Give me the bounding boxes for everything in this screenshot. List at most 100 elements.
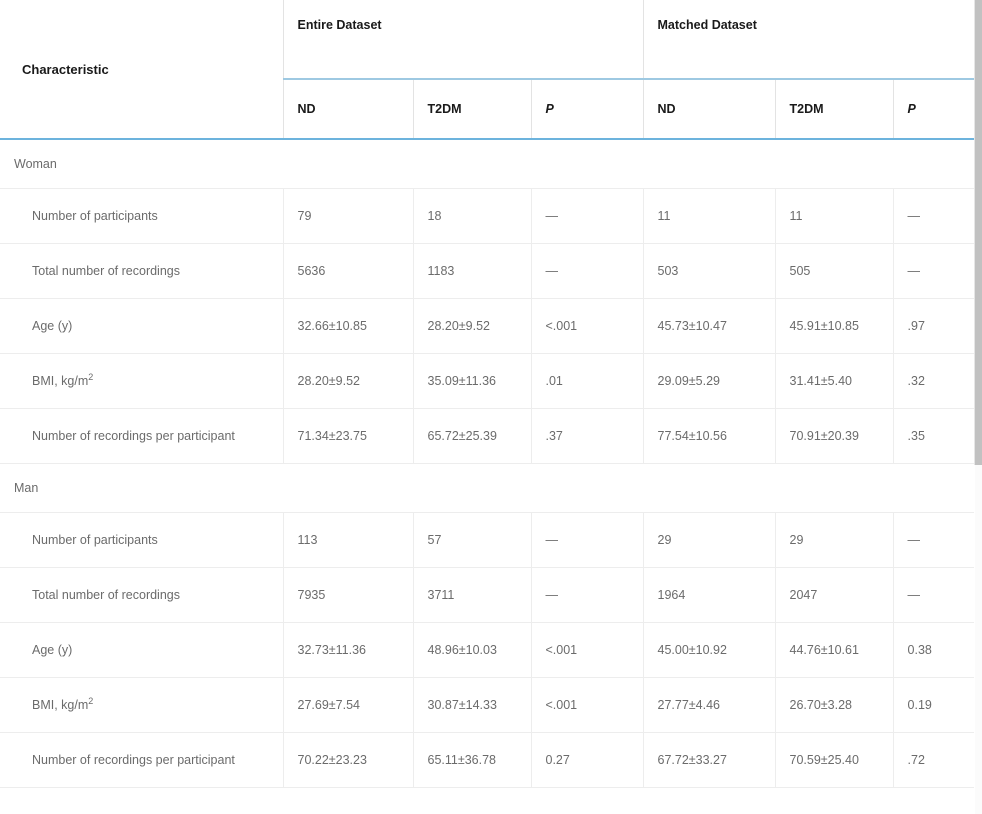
column-header-characteristic: Characteristic [0, 0, 283, 140]
row-label: BMI, kg/m2 [0, 353, 283, 409]
table-cell: — [530, 188, 644, 244]
table-cell: — [530, 243, 644, 299]
table-cell: 45.91±10.85 [774, 298, 894, 354]
table-cell: 27.77±4.46 [642, 677, 776, 733]
table-row: Total number of recordings 5636 1183—503 50… [0, 243, 975, 299]
table-row: Number of participants 113 57—29 29— [0, 512, 975, 568]
table-cell: 77.54±10.56 [642, 408, 776, 464]
section-spacer-cell [413, 463, 531, 513]
table-cell: <.001 [530, 677, 644, 733]
section-row-man: Man [0, 463, 975, 513]
table-row: Age (y) 32.73±11.36 48.96±10.03 <.001 45.00±… [0, 622, 975, 678]
table-cell: 71.34±23.75 [282, 408, 413, 464]
table-body: Woman Number of participants 79 18—11 11— Tot… [0, 139, 975, 788]
table-cell: 29 [774, 512, 894, 568]
row-label: Total number of recordings [0, 567, 283, 623]
table-cell: 30.87±14.33 [412, 677, 531, 733]
row-label-superscript: 2 [88, 695, 94, 706]
table-cell: 27.69±7.54 [282, 677, 413, 733]
row-label: Number of participants [0, 512, 283, 568]
table-cell: .97 [892, 298, 975, 354]
table-cell: — [892, 567, 975, 623]
group-header-entire-dataset: Entire Dataset [282, 0, 644, 80]
section-spacer-cell [413, 139, 531, 189]
group-header-matched-dataset: Matched Dataset [642, 0, 975, 80]
column-header-matched-t2dm: T2DM [774, 79, 894, 140]
table-cell: 113 [282, 512, 413, 568]
table-head: Characteristic Entire Dataset Matched Da… [0, 0, 975, 140]
table-cell: 35.09±11.36 [412, 353, 531, 409]
section-label: Woman [0, 139, 283, 189]
table-cell: — [530, 512, 644, 568]
table-cell: 18 [412, 188, 531, 244]
table-cell: 3711 [412, 567, 531, 623]
table-cell: 7935 [282, 567, 413, 623]
section-row-woman: Woman [0, 139, 975, 189]
table-cell: 29.09±5.29 [642, 353, 776, 409]
table-cell: 29 [642, 512, 776, 568]
table-cell: 32.66±10.85 [282, 298, 413, 354]
table-row: Number of participants 79 18—11 11— [0, 188, 975, 244]
characteristics-table: Characteristic Entire Dataset Matched Da… [0, 0, 975, 788]
section-spacer-cell [643, 463, 776, 513]
table-cell: 1183 [412, 243, 531, 299]
table-cell: 11 [642, 188, 776, 244]
table-cell: 79 [282, 188, 413, 244]
table-cell: 28.20±9.52 [412, 298, 531, 354]
section-spacer-cell [893, 463, 975, 513]
table-cell: <.001 [530, 622, 644, 678]
row-label: Number of recordings per participant [0, 732, 283, 788]
table-row: Number of recordings per participant 71.3… [0, 408, 975, 464]
table-cell: .72 [892, 732, 975, 788]
table-cell: .37 [530, 408, 644, 464]
table-cell: 65.11±36.78 [412, 732, 531, 788]
vertical-scrollbar-track[interactable] [975, 0, 982, 814]
table-cell: 31.41±5.40 [774, 353, 894, 409]
row-label: Total number of recordings [0, 243, 283, 299]
section-spacer-cell [531, 463, 644, 513]
table-cell: 505 [774, 243, 894, 299]
table-cell: 48.96±10.03 [412, 622, 531, 678]
table-cell: 26.70±3.28 [774, 677, 894, 733]
table-cell: 57 [412, 512, 531, 568]
section-spacer-cell [775, 139, 894, 189]
table-cell: 0.27 [530, 732, 644, 788]
column-header-entire-p: P [530, 79, 644, 140]
table-cell: 32.73±11.36 [282, 622, 413, 678]
column-header-entire-nd: ND [282, 79, 413, 140]
section-spacer-cell [283, 139, 413, 189]
row-label-superscript: 2 [88, 371, 94, 382]
row-label: Age (y) [0, 298, 283, 354]
column-header-matched-p: P [892, 79, 975, 140]
table-row: BMI, kg/m2 27.69±7.54 30.87±14.33 <.001 27.7… [0, 677, 975, 733]
section-spacer-cell [775, 463, 894, 513]
table-row: Number of recordings per participant 70.2… [0, 732, 975, 788]
table-cell: 70.91±20.39 [774, 408, 894, 464]
table-row: Total number of recordings 7935 3711—1964 2… [0, 567, 975, 623]
row-label: Number of recordings per participant [0, 408, 283, 464]
table-cell: .01 [530, 353, 644, 409]
table-cell: 2047 [774, 567, 894, 623]
table-cell: 11 [774, 188, 894, 244]
table-row: BMI, kg/m2 28.20±9.52 35.09±11.36.01 29.09±… [0, 353, 975, 409]
table-cell: 45.00±10.92 [642, 622, 776, 678]
table-cell: .32 [892, 353, 975, 409]
table-cell: 70.59±25.40 [774, 732, 894, 788]
table-cell: 0.19 [892, 677, 975, 733]
vertical-scrollbar-thumb[interactable] [975, 0, 982, 465]
table-cell: — [530, 567, 644, 623]
table-cell: 65.72±25.39 [412, 408, 531, 464]
table-cell: — [892, 512, 975, 568]
column-header-matched-nd: ND [642, 79, 776, 140]
section-spacer-cell [893, 139, 975, 189]
section-spacer-cell [283, 463, 413, 513]
section-spacer-cell [643, 139, 776, 189]
table-cell: 28.20±9.52 [282, 353, 413, 409]
row-label: Number of participants [0, 188, 283, 244]
table-cell: <.001 [530, 298, 644, 354]
table-cell: 503 [642, 243, 776, 299]
group-header-row: Characteristic Entire Dataset Matched Da… [0, 0, 975, 140]
table-cell: .35 [892, 408, 975, 464]
table-cell: 5636 [282, 243, 413, 299]
row-label: BMI, kg/m2 [0, 677, 283, 733]
